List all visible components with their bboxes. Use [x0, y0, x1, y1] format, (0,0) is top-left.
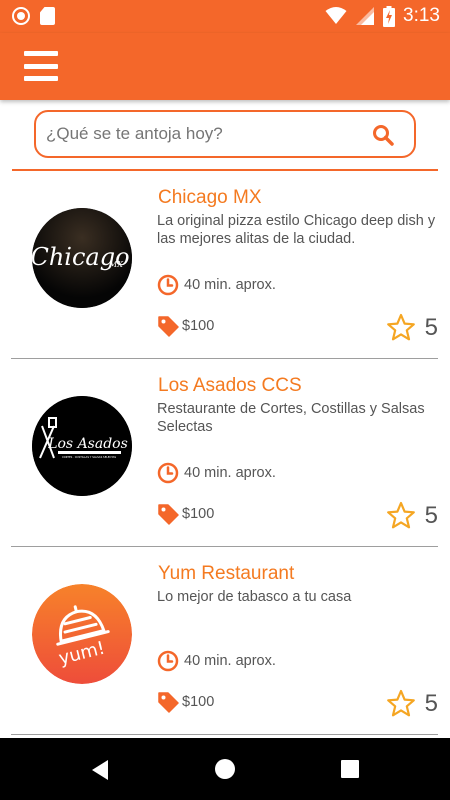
battery-charging-icon	[383, 5, 396, 27]
clock-icon	[157, 274, 179, 296]
status-system: 3:13	[325, 5, 440, 27]
rating[interactable]: 5	[386, 501, 438, 530]
chicago-logo: Chicago MX	[32, 208, 132, 308]
logo-subtext: MX	[108, 260, 123, 269]
price: $100	[157, 503, 214, 525]
recents-icon[interactable]	[340, 759, 360, 779]
price: $100	[157, 691, 214, 713]
restaurant-card[interactable]: Chicago MX Chicago MX La original pizza …	[0, 171, 450, 359]
price-tag-icon	[158, 504, 179, 525]
restaurant-description: Lo mejor de tabasco a tu casa	[157, 589, 352, 605]
signal-icon	[356, 7, 375, 25]
restaurant-description: La original pizza estilo Chicago deep di…	[157, 213, 436, 247]
hamburger-line	[24, 63, 58, 69]
price-text: $100	[182, 506, 215, 522]
app-bar	[0, 33, 450, 100]
restaurant-card[interactable]: yum! Yum Restaurant Lo mejor de tabasco …	[0, 547, 450, 735]
restaurant-logo: Chicago MX	[32, 208, 132, 308]
record-icon	[12, 7, 30, 25]
star-icon[interactable]	[386, 689, 416, 718]
search-icon[interactable]	[372, 124, 394, 146]
status-notifications	[12, 7, 55, 25]
star-icon[interactable]	[386, 313, 416, 342]
price-text: $100	[182, 318, 215, 334]
status-time: 3:13	[403, 5, 440, 26]
restaurant-description: Restaurante de Cortes, Costillas y Salsa…	[157, 401, 425, 435]
rating[interactable]: 5	[386, 313, 438, 342]
delivery-time-text: 40 min. aprox.	[184, 277, 276, 293]
restaurant-name[interactable]: Yum Restaurant	[158, 563, 294, 585]
clock-icon	[157, 462, 179, 484]
price-tag-icon	[158, 316, 179, 337]
hamburger-line	[24, 76, 58, 81]
back-icon[interactable]	[90, 759, 110, 781]
delivery-time-text: 40 min. aprox.	[184, 465, 276, 481]
restaurant-list: Chicago MX Chicago MX La original pizza …	[0, 171, 450, 735]
delivery-time: 40 min. aprox.	[157, 462, 276, 484]
sd-card-icon	[40, 7, 55, 25]
restaurant-logo: Los Asados CORTES · COSTILLAS Y SALSAS S…	[32, 396, 132, 496]
los-asados-logo: Los Asados CORTES · COSTILLAS Y SALSAS S…	[32, 396, 132, 496]
search-input[interactable]	[46, 112, 366, 156]
delivery-time-text: 40 min. aprox.	[184, 653, 276, 669]
logo-subtext: CORTES · COSTILLAS Y SALSAS SELECTAS	[62, 455, 116, 459]
rating-value: 5	[424, 313, 438, 341]
search-box	[34, 110, 416, 158]
wifi-icon	[325, 7, 347, 24]
status-bar: 3:13	[0, 0, 450, 33]
navigation-bar	[0, 738, 450, 800]
restaurant-logo: yum!	[32, 584, 132, 684]
yum-logo: yum!	[32, 584, 132, 684]
rating[interactable]: 5	[386, 689, 438, 718]
hamburger-line	[24, 51, 58, 56]
rating-value: 5	[424, 501, 438, 529]
delivery-time: 40 min. aprox.	[157, 650, 276, 672]
home-icon[interactable]	[214, 758, 236, 780]
price-text: $100	[182, 694, 215, 710]
clock-icon	[157, 650, 179, 672]
price: $100	[157, 315, 214, 337]
price-tag-icon	[158, 692, 179, 713]
star-icon[interactable]	[386, 501, 416, 530]
restaurant-name[interactable]: Los Asados CCS	[158, 375, 302, 397]
card-divider	[11, 734, 438, 735]
delivery-time: 40 min. aprox.	[157, 274, 276, 296]
rating-value: 5	[424, 689, 438, 717]
restaurant-name[interactable]: Chicago MX	[158, 187, 262, 209]
restaurant-card[interactable]: Los Asados CORTES · COSTILLAS Y SALSAS S…	[0, 359, 450, 547]
menu-button[interactable]	[24, 51, 58, 81]
logo-text: Los Asados	[47, 436, 128, 452]
